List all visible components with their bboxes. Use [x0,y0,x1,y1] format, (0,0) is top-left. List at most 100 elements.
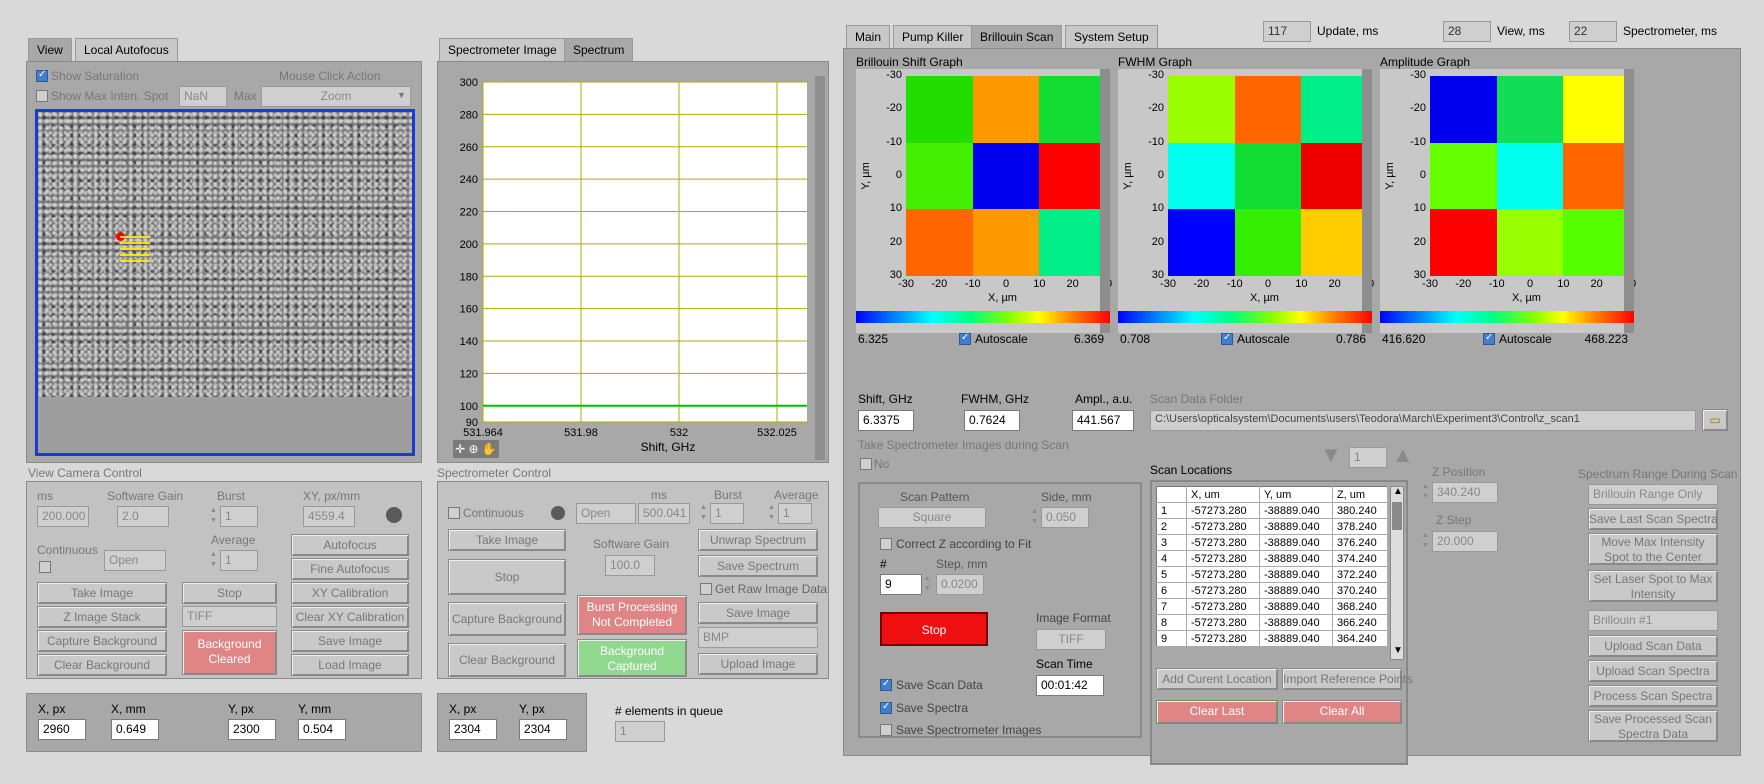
spec-average-field[interactable]: 1 [778,503,812,524]
table-row[interactable]: 5 -57273.280 -38889.040 372.240 [1156,566,1389,583]
raw-data-checkbox[interactable] [700,583,712,595]
brillouin-select[interactable]: Brillouin #1 [1588,610,1718,631]
table-cell[interactable]: 378.240 [1332,518,1389,535]
table-cell[interactable]: -38889.040 [1259,566,1333,583]
x-px-field[interactable]: 2960 [38,719,86,740]
nav-index-field[interactable]: 1 [1349,447,1387,468]
move-max-intensity-button[interactable]: Move Max Intensity Spot to the Center [1588,533,1718,565]
table-cell[interactable]: 380.240 [1332,502,1389,519]
spec-y-px-field[interactable]: 2304 [519,719,567,740]
take-images-checkbox[interactable] [860,458,872,470]
tab-spectrometer-image[interactable]: Spectrometer Image [439,38,566,62]
open-field[interactable]: Open [104,550,166,571]
save-processed-button[interactable]: Save Processed Scan Spectra Data [1588,710,1718,742]
save-scan-checkbox[interactable] [880,678,892,691]
spectrum-range-select[interactable]: Brillouin Range Only [1588,484,1718,505]
spec-burst-stepper[interactable]: ▲ ▼ [699,503,708,524]
spec-clear-background-button[interactable]: Clear Background [448,643,566,677]
capture-background-button[interactable]: Capture Background [37,630,167,652]
table-cell[interactable]: 364.240 [1332,630,1389,647]
table-row[interactable]: 9 -57273.280 -38889.040 364.240 [1156,630,1389,647]
spec-ms-field[interactable]: 500.041 [638,503,690,524]
row-index[interactable]: 2 [1156,518,1187,535]
spec-stop-button[interactable]: Stop [448,559,566,595]
z-step-field[interactable]: 20.000 [1432,531,1498,552]
table-cell[interactable]: 366.240 [1332,614,1389,631]
scan-pattern-select[interactable]: Square [878,507,986,528]
num-stepper[interactable]: ▲ ▼ [923,574,932,595]
graph-scrollbar[interactable] [1100,69,1110,333]
max-value-field[interactable]: NaN [179,86,227,107]
table-cell[interactable]: -57273.280 [1186,582,1260,599]
fine-autofocus-button[interactable]: Fine Autofocus [291,558,409,580]
scroll-up-icon[interactable]: ▲ [1393,486,1403,497]
row-index[interactable]: 3 [1156,534,1187,551]
save-spectrum-button[interactable]: Save Spectrum [698,555,818,577]
table-cell[interactable]: -57273.280 [1186,630,1260,647]
graph-tools[interactable]: ✛ ⊕ ✋ [453,440,499,458]
autofocus-button[interactable]: Autofocus [291,534,409,556]
table-row[interactable]: 7 -57273.280 -38889.040 368.240 [1156,598,1389,615]
table-cell[interactable]: -38889.040 [1259,550,1333,567]
scroll-thumb[interactable] [1392,502,1402,530]
table-row[interactable]: 3 -57273.280 -38889.040 376.240 [1156,534,1389,551]
clear-all-button[interactable]: Clear All [1282,700,1402,724]
spec-x-px-field[interactable]: 2304 [449,719,497,740]
xy-calibration-button[interactable]: XY Calibration [291,582,409,604]
z-position-stepper[interactable]: ▲ ▼ [1421,482,1430,503]
row-index[interactable]: 7 [1156,598,1187,615]
side-stepper[interactable]: ▲ ▼ [1030,507,1039,528]
table-cell[interactable]: -57273.280 [1186,614,1260,631]
process-scan-spectra-button[interactable]: Process Scan Spectra [1588,685,1718,707]
software-gain-field[interactable]: 2.0 [117,506,169,527]
heatmap-graph[interactable]: Brillouin Shift Graph -30 -20 -10 0 10 20 30 -30… [852,49,1112,389]
row-index[interactable]: 9 [1156,630,1187,647]
spec-burst-field[interactable]: 1 [710,503,744,524]
stop-button[interactable]: Stop [182,582,277,604]
ms-field[interactable]: 200.000 [37,506,89,527]
table-cell[interactable]: -57273.280 [1186,566,1260,583]
row-index[interactable]: 8 [1156,614,1187,631]
spec-take-image-button[interactable]: Take Image [448,529,566,551]
clear-background-button[interactable]: Clear Background [37,654,167,676]
burst-stepper[interactable]: ▲ ▼ [209,506,218,527]
graph-scrollbar[interactable] [1362,69,1372,333]
y-px-field[interactable]: 2300 [228,719,276,740]
spec-gain-field[interactable]: 100.0 [605,555,655,576]
scan-locations-table[interactable]: X, um Y, um Z, um 1 -57273.280 -38889.040 3… [1156,486,1389,647]
row-index[interactable]: 4 [1156,550,1187,567]
burst-field[interactable]: 1 [220,506,258,527]
table-cell[interactable]: 370.240 [1332,582,1389,599]
import-reference-points-button[interactable]: Import Reference Points [1282,668,1412,690]
image-format-select[interactable]: TIFF [182,606,277,627]
average-field[interactable]: 1 [220,550,258,571]
table-row[interactable]: 6 -57273.280 -38889.040 370.240 [1156,582,1389,599]
upload-scan-data-button[interactable]: Upload Scan Data [1588,635,1718,657]
continuous-checkbox[interactable] [39,561,51,573]
table-cell[interactable]: -38889.040 [1259,534,1333,551]
table-cell[interactable]: -38889.040 [1259,598,1333,615]
row-index[interactable]: 1 [1156,502,1187,519]
nav-next-icon[interactable]: ▲ [1392,442,1414,468]
table-scrollbar[interactable]: ▲ ▼ [1390,486,1404,660]
table-row[interactable]: 8 -57273.280 -38889.040 366.240 [1156,614,1389,631]
spectrum-chart[interactable]: 30028026024022020018016014012010090 531.… [438,62,830,464]
save-image-button[interactable]: Save Image [291,630,409,652]
row-index[interactable]: 6 [1156,582,1187,599]
show-max-inten-checkbox[interactable] [36,90,48,102]
set-laser-spot-button[interactable]: Set Laser Spot to Max Intensity [1588,570,1718,602]
tab-local-autofocus[interactable]: Local Autofocus [75,38,178,62]
table-cell[interactable]: -38889.040 [1259,630,1333,647]
correct-z-checkbox[interactable] [880,538,892,550]
table-cell[interactable]: -38889.040 [1259,582,1333,599]
table-cell[interactable]: -57273.280 [1186,598,1260,615]
graph-scrollbar[interactable] [1624,69,1634,333]
spec-format-select[interactable]: BMP [698,627,818,648]
load-image-button[interactable]: Load Image [291,654,409,676]
tab-pump-killer[interactable]: Pump Killer [893,25,973,49]
table-cell[interactable]: 374.240 [1332,550,1389,567]
spec-save-image-button[interactable]: Save Image [698,602,818,624]
tab-system-setup[interactable]: System Setup [1065,25,1158,49]
heatmap-graph[interactable]: Amplitude Graph -30 -20 -10 0 10 20 30 -30 -20 -10… [1376,49,1636,389]
spec-average-stepper[interactable]: ▲ ▼ [767,503,776,524]
